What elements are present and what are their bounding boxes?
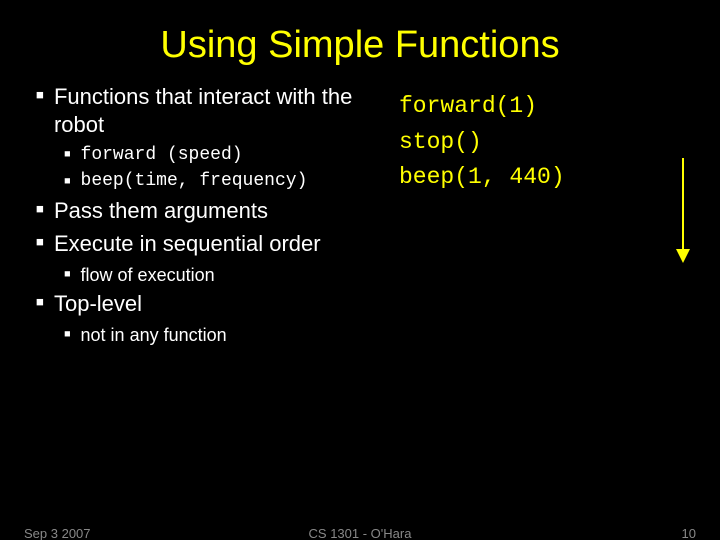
bullet-icon: ■ xyxy=(36,83,54,103)
bullet-icon: ■ xyxy=(64,170,81,187)
bullet-item: ■ Pass them arguments xyxy=(36,197,391,225)
footer-center: CS 1301 - O'Hara xyxy=(0,526,720,540)
bullet-item: ■ Top-level xyxy=(36,290,391,318)
bullet-item: ■ Functions that interact with the robot xyxy=(36,83,391,138)
bullet-icon: ■ xyxy=(36,230,54,250)
bullet-icon: ■ xyxy=(36,290,54,310)
bullet-text: forward (speed) xyxy=(81,144,243,167)
slide-body: ■ Functions that interact with the robot… xyxy=(0,79,720,350)
bullet-text: Execute in sequential order xyxy=(54,230,321,258)
bullet-icon: ■ xyxy=(64,144,81,161)
bullet-text: not in any function xyxy=(81,324,227,347)
bullet-text: Top-level xyxy=(54,290,142,318)
bullet-column: ■ Functions that interact with the robot… xyxy=(36,83,391,350)
code-column: forward(1) stop() beep(1, 440) xyxy=(391,83,700,350)
slide-number: 10 xyxy=(682,526,696,540)
code-line: beep(1, 440) xyxy=(399,160,700,196)
bullet-text: flow of execution xyxy=(81,264,215,287)
bullet-sub-item: ■ flow of execution xyxy=(36,264,391,287)
bullet-icon: ■ xyxy=(64,324,81,341)
bullet-item: ■ Execute in sequential order xyxy=(36,230,391,258)
arrow-down-icon xyxy=(676,158,690,263)
slide-title: Using Simple Functions xyxy=(0,0,720,79)
bullet-icon: ■ xyxy=(36,197,54,217)
slide: Using Simple Functions ■ Functions that … xyxy=(0,0,720,540)
bullet-icon: ■ xyxy=(64,264,81,281)
code-line: stop() xyxy=(399,125,700,161)
bullet-text: beep(time, frequency) xyxy=(81,170,308,193)
bullet-sub-item: ■ not in any function xyxy=(36,324,391,347)
bullet-text: Pass them arguments xyxy=(54,197,268,225)
bullet-sub-item: ■ beep(time, frequency) xyxy=(36,170,391,193)
code-line: forward(1) xyxy=(399,89,700,125)
bullet-sub-item: ■ forward (speed) xyxy=(36,144,391,167)
bullet-text: Functions that interact with the robot xyxy=(54,83,391,138)
